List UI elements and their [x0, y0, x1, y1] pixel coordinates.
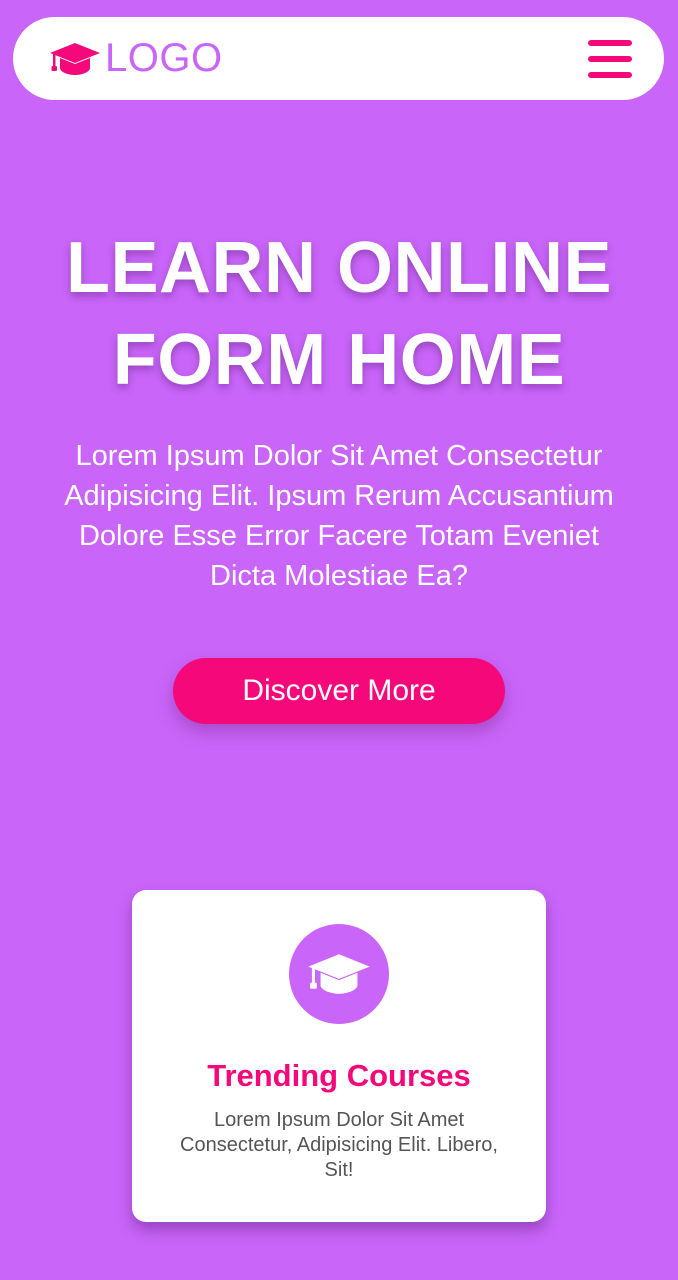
- card-title: Trending Courses: [207, 1058, 471, 1093]
- hero-title: LEARN ONLINE FORM HOME: [0, 222, 678, 406]
- menu-bar: [588, 71, 632, 78]
- menu-bar: [588, 39, 632, 46]
- card-description: Lorem Ipsum Dolor Sit Amet Consectetur, …: [180, 1109, 498, 1181]
- hamburger-menu-icon[interactable]: [588, 39, 632, 79]
- logo-text: LOGO: [105, 36, 223, 80]
- hero-description: Lorem Ipsum Dolor Sit Amet Consectetur A…: [64, 440, 614, 592]
- logo-link[interactable]: LOGO: [49, 36, 223, 81]
- graduation-cap-icon: [308, 954, 370, 994]
- discover-more-button[interactable]: Discover More: [173, 658, 505, 724]
- trending-courses-card[interactable]: Trending Courses Lorem Ipsum Dolor Sit A…: [132, 890, 546, 1222]
- hero-title-line-2: FORM HOME: [112, 320, 566, 400]
- site-header: LOGO: [13, 17, 664, 100]
- graduation-cap-icon: [50, 42, 100, 75]
- card-icon-circle: [289, 924, 389, 1024]
- hero-title-line-1: LEARN ONLINE: [66, 228, 612, 308]
- menu-bar: [588, 55, 632, 62]
